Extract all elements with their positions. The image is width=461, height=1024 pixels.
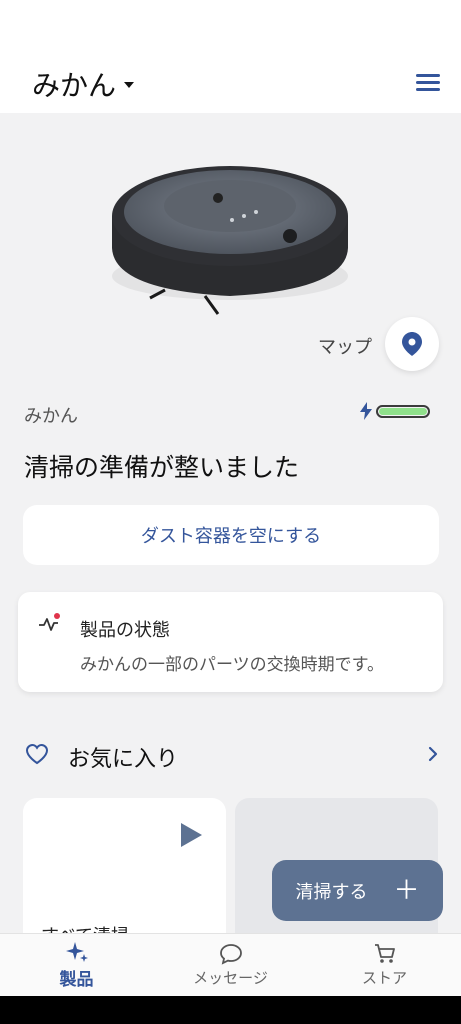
heart-icon (25, 743, 49, 765)
battery-indicator (360, 402, 430, 420)
fab-label: 清掃する (295, 881, 368, 903)
caret-down-icon (124, 82, 135, 88)
lightning-icon (360, 402, 372, 420)
map-button[interactable] (385, 317, 439, 371)
play-icon[interactable] (179, 822, 203, 848)
robot-vacuum-image (112, 166, 348, 315)
health-title: 製品の状態 (80, 620, 170, 641)
health-message: みかんの一部のパーツの交換時期です。 (80, 655, 384, 675)
robot-name-label: みかん (24, 406, 78, 427)
pulse-alert-icon (39, 613, 60, 631)
sparkle-icon (65, 942, 88, 962)
robot-selector[interactable]: みかん (32, 64, 135, 104)
nav-store[interactable]: ストア (308, 934, 461, 997)
robot-selector-label: みかん (32, 69, 117, 102)
system-navigation-bar (0, 996, 461, 1024)
nav-messages-label: メッセージ (193, 969, 268, 987)
product-health-card[interactable]: 製品の状態 みかんの一部のパーツの交換時期です。 (18, 592, 443, 692)
app-header: みかん (0, 0, 461, 113)
empty-bin-button[interactable]: ダスト容器を空にする (23, 505, 439, 565)
chat-bubble-icon (219, 944, 242, 965)
battery-fill (379, 407, 427, 415)
hamburger-menu-icon[interactable] (416, 72, 442, 92)
map-label[interactable]: マップ (318, 333, 372, 359)
bottom-navigation: 製品 メッセージ ストア (0, 933, 461, 996)
nav-products-label: 製品 (59, 970, 94, 990)
battery-bar (376, 404, 430, 418)
nav-messages[interactable]: メッセージ (154, 934, 307, 997)
nav-store-label: ストア (361, 969, 407, 987)
location-pin-icon (402, 332, 422, 356)
nav-products[interactable]: 製品 (0, 934, 153, 997)
cart-icon (374, 944, 395, 963)
plus-icon: ＋ (393, 875, 420, 906)
favorites-title: お気に入り (68, 747, 179, 772)
chevron-right-icon[interactable] (426, 744, 440, 764)
robot-status: 清掃の準備が整いました (24, 453, 300, 482)
favorite-card-clean-all[interactable]: すべて清掃 (23, 798, 226, 948)
clean-fab-button[interactable]: 清掃する ＋ (272, 860, 443, 921)
